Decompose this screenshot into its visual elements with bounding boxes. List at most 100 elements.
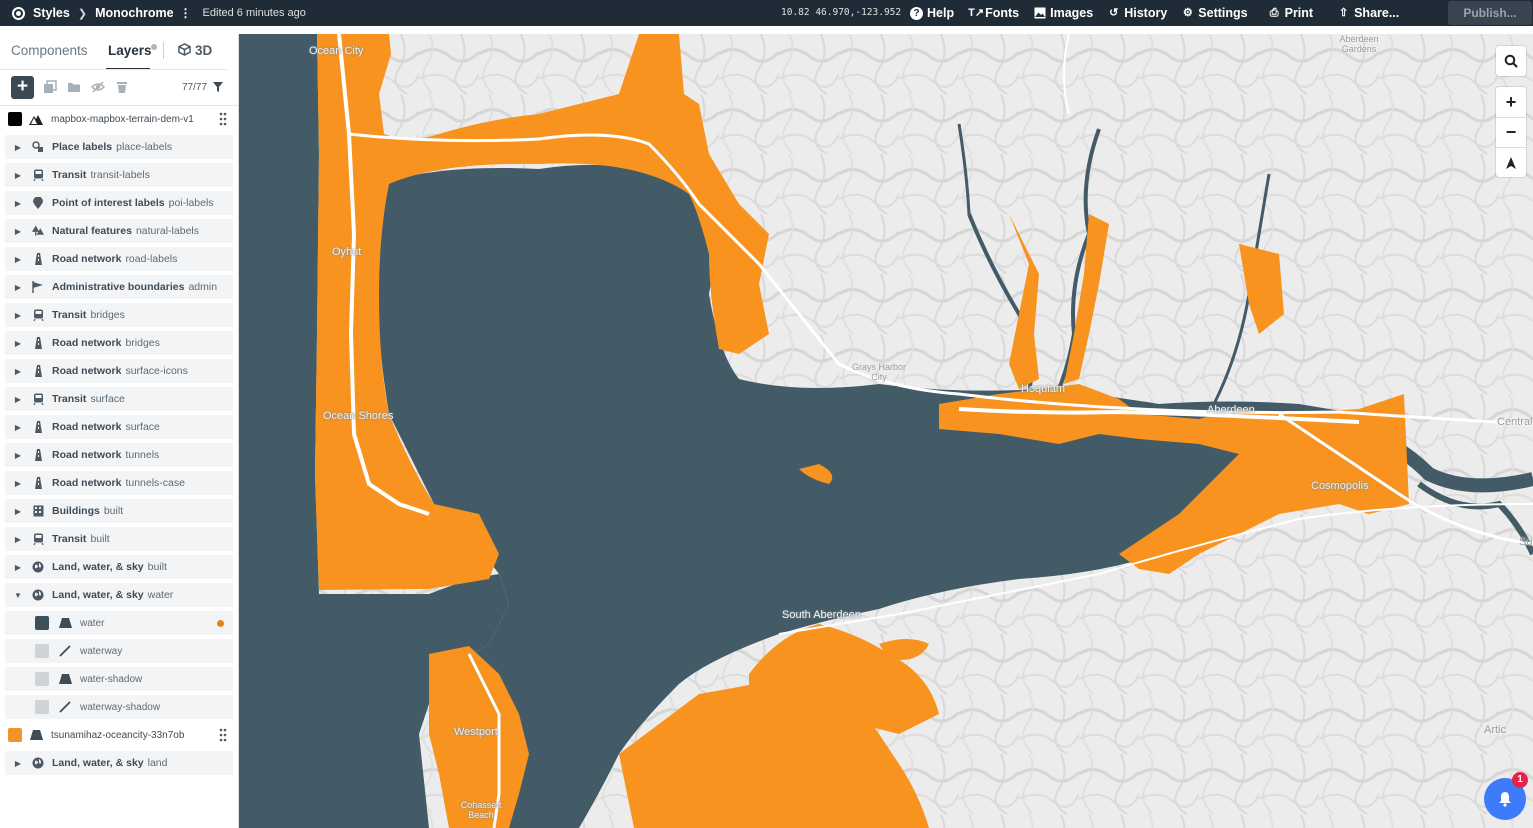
compass-button[interactable] [1496,147,1526,177]
transit-icon [32,393,44,405]
layer-status-indicator [217,620,224,627]
chevron-right-icon[interactable]: ▶ [13,367,23,376]
layer-group-row[interactable]: ▶ Road network surface [5,415,233,439]
tab-layers[interactable]: Layers [108,43,152,58]
group-id: bridges [125,337,160,349]
chevron-right-icon[interactable]: ▶ [13,311,23,320]
layer-color-swatch[interactable] [35,672,49,686]
layer-group-row[interactable]: ▶ Road network bridges [5,331,233,355]
style-name[interactable]: Monochrome [95,6,173,20]
search-control[interactable] [1496,46,1526,76]
chevron-right-icon[interactable]: ▶ [13,535,23,544]
share-button[interactable]: ⇧ Share... [1337,6,1399,20]
chevron-right-icon[interactable]: ▶ [13,339,23,348]
layer-color-swatch[interactable] [8,112,22,126]
images-button[interactable]: Images [1033,6,1093,20]
map-place-label: Hoquiam [1021,383,1066,395]
zoom-in-button[interactable]: + [1496,87,1526,117]
group-id: bridges [90,309,125,321]
layer-row-top[interactable]: tsunamihaz-oceancity-33n7ob [5,723,233,747]
layer-row[interactable]: water-shadow [5,667,233,691]
folder-icon[interactable] [67,80,81,94]
layer-group-row[interactable]: ▶ Place labels place-labels [5,135,233,159]
print-icon: ⎙ [1269,6,1279,19]
layer-group-row[interactable]: ▶ Transit transit-labels [5,163,233,187]
group-id: surface-icons [125,365,188,377]
chevron-right-icon[interactable]: ▶ [13,563,23,572]
drag-handle-icon[interactable] [219,728,227,742]
layer-row[interactable]: waterway-shadow [5,695,233,719]
layer-group-row[interactable]: ▶ Road network tunnels-case [5,471,233,495]
chevron-right-icon[interactable]: ▶ [13,171,23,180]
breadcrumb-styles[interactable]: Styles [33,6,70,20]
chevron-right-icon[interactable]: ▶ [13,759,23,768]
trees-icon [32,225,44,237]
chevron-right-icon: ❯ [77,7,88,20]
tab-components[interactable]: Components [11,43,88,58]
group-label: Road network [52,253,122,265]
fonts-button[interactable]: T↗ Fonts [968,6,1019,20]
group-label: Transit [52,393,87,405]
layer-color-swatch[interactable] [35,644,49,658]
filter-icon[interactable] [212,81,224,93]
layer-row[interactable]: water [5,611,233,635]
layer-color-swatch[interactable] [8,728,22,742]
map-canvas[interactable]: Ocean City Oyhut Ocean Shores Grays Harbor … [239,34,1533,828]
layer-row-top[interactable]: mapbox-mapbox-terrain-dem-v1 [5,107,233,131]
group-label: Place labels [52,141,113,153]
layer-row[interactable]: waterway [5,639,233,663]
layer-group-row[interactable]: ▶ Transit surface [5,387,233,411]
chevron-right-icon[interactable]: ▶ [13,423,23,432]
layer-group-row[interactable]: ▶ Natural features natural-labels [5,219,233,243]
chevron-right-icon[interactable]: ▶ [13,283,23,292]
hide-icon[interactable] [91,80,105,94]
search-button[interactable] [1496,46,1526,76]
trash-icon[interactable] [115,80,129,94]
layer-group-row[interactable]: ▶ Land, water, & sky land [5,751,233,775]
map-place-label: Artic [1484,724,1506,736]
group-label: Road network [52,449,122,461]
top-menu: ? Help T↗ Fonts Images ↺ History ⚙ Settings … [910,0,1413,26]
layer-group-row[interactable]: ▶ Road network road-labels [5,247,233,271]
layer-group-row[interactable]: ▼ Land, water, & sky water [5,583,233,607]
chevron-right-icon[interactable]: ▶ [13,199,23,208]
add-layer-button[interactable]: + [11,76,34,99]
layer-color-swatch[interactable] [35,700,49,714]
layer-group-row[interactable]: ▶ Point of interest labels poi-labels [5,191,233,215]
mapbox-logo-icon[interactable] [12,6,25,20]
group-id: admin [188,281,218,293]
duplicate-icon[interactable] [43,80,57,94]
chevron-right-icon[interactable]: ▶ [13,507,23,516]
chevron-right-icon[interactable]: ▶ [13,479,23,488]
tab-3d[interactable]: 3D [178,43,212,58]
print-button[interactable]: ⎙ Print [1268,6,1313,20]
help-button[interactable]: ? Help [910,6,954,20]
chevron-right-icon[interactable]: ▶ [13,255,23,264]
group-id: natural-labels [135,225,199,237]
history-button[interactable]: ↺ History [1107,6,1167,20]
cube-icon [178,43,191,56]
layer-group-row[interactable]: ▶ Land, water, & sky built [5,555,233,579]
chevron-right-icon[interactable]: ▶ [13,227,23,236]
layer-color-swatch[interactable] [35,616,49,630]
line-icon [58,645,72,657]
chevron-down-icon[interactable]: ▼ [13,591,23,600]
zoom-out-button[interactable]: − [1496,117,1526,147]
drag-handle-icon[interactable] [219,112,227,126]
layer-group-row[interactable]: ▶ Road network tunnels [5,443,233,467]
map-place-label: Surc [1519,536,1533,548]
chevron-right-icon[interactable]: ▶ [13,395,23,404]
chevron-right-icon[interactable]: ▶ [13,143,23,152]
chevron-right-icon[interactable]: ▶ [13,451,23,460]
layer-group-row[interactable]: ▶ Administrative boundaries admin [5,275,233,299]
publish-button[interactable]: Publish... [1448,1,1532,25]
more-options-icon[interactable]: ⋮ [180,6,192,20]
layer-group-row[interactable]: ▶ Buildings built [5,499,233,523]
layer-group-row[interactable]: ▶ Transit built [5,527,233,551]
globe-icon [32,757,44,769]
settings-button[interactable]: ⚙ Settings [1181,6,1248,20]
map-svg[interactable] [239,34,1533,828]
transit-icon [32,533,44,545]
layer-group-row[interactable]: ▶ Road network surface-icons [5,359,233,383]
layer-group-row[interactable]: ▶ Transit bridges [5,303,233,327]
